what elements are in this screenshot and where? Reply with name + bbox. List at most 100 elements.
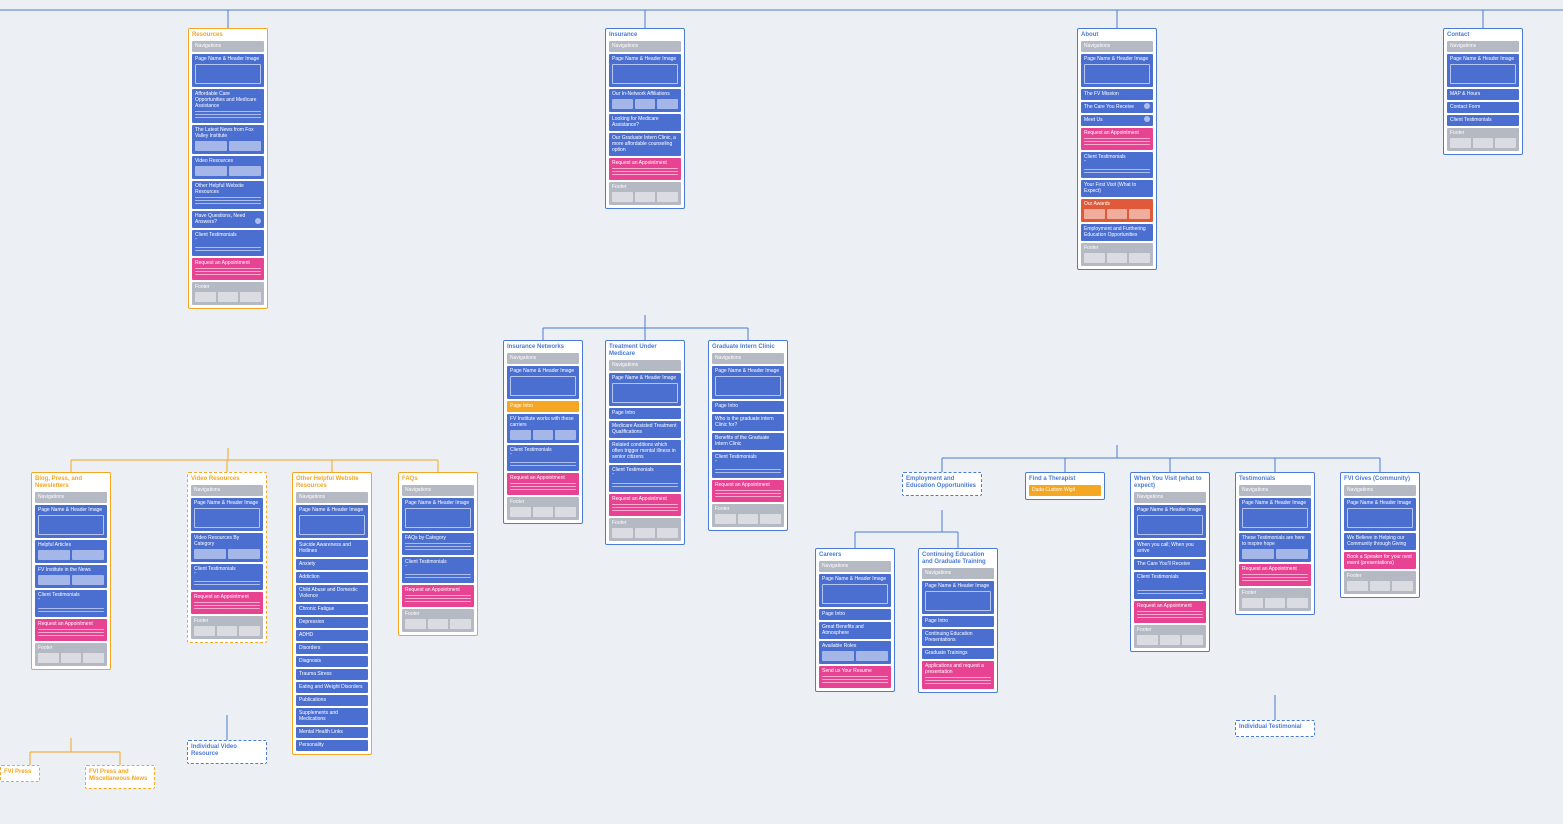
section-other-5: Child Abuse and Domestic Violence: [296, 585, 368, 602]
section-insnet-5: Request an Appointment: [507, 473, 579, 495]
page-card-careers[interactable]: CareersNavigationsPage Name & Header Ima…: [815, 548, 895, 692]
page-card-emp[interactable]: Employment and Education Opportunities: [902, 472, 982, 496]
page-card-insnet[interactable]: Insurance NetworksNavigationsPage Name &…: [503, 340, 583, 524]
section-other-12: Eating and Weight Disorders: [296, 682, 368, 693]
section-insurance-4: Our Graduate Intern Clinic, a more affor…: [609, 133, 681, 156]
section-fvigives-3: Book a Speaker for your next event (pres…: [1344, 552, 1416, 569]
card-title: About: [1081, 32, 1153, 39]
section-medicare-5: Client Testimonials“: [609, 465, 681, 491]
section-cont-4: Graduate Trainings: [922, 648, 994, 659]
section-blog-2: Helpful Articles: [35, 540, 107, 563]
section-about-3: The Care You Receive: [1081, 102, 1153, 113]
section-other-1: Page Name & Header Image: [296, 505, 368, 538]
section-medicare-1: Page Name & Header Image: [609, 373, 681, 406]
page-card-about[interactable]: AboutNavigationsPage Name & Header Image…: [1077, 28, 1157, 270]
section-medicare-7: Footer: [609, 518, 681, 541]
section-contact-0: Navigations: [1447, 41, 1519, 52]
section-testi-3: Request an Appointment: [1239, 564, 1311, 586]
section-video-5: Footer: [191, 616, 263, 639]
page-card-video[interactable]: Video ResourcesNavigationsPage Name & He…: [187, 472, 267, 643]
section-cont-1: Page Name & Header Image: [922, 581, 994, 614]
section-resources-1: Page Name & Header Image: [192, 54, 264, 87]
page-card-other[interactable]: Other Helpful Website ResourcesNavigatio…: [292, 472, 372, 755]
section-resources-4: Video Resources: [192, 156, 264, 179]
page-card-blog[interactable]: Blog, Press, and NewslettersNavigationsP…: [31, 472, 111, 670]
section-medicare-4: Related conditions which often trigger m…: [609, 440, 681, 463]
section-testi-0: Navigations: [1239, 485, 1311, 496]
page-card-fvigives[interactable]: FVI Gives (Community) Navigations Page Nam…: [1340, 472, 1420, 598]
card-title: Blog, Press, and Newsletters: [35, 476, 107, 490]
section-resources-5: Other Helpful Website Resources: [192, 181, 264, 209]
section-faqs-2: FAQs by Category: [402, 533, 474, 555]
section-about-2: The FV Mission: [1081, 89, 1153, 100]
page-card-stub2[interactable]: FVI Press: [0, 765, 40, 782]
section-insnet-0: Navigations: [507, 353, 579, 364]
card-title: Resources: [192, 32, 264, 39]
section-resources-6: Have Questions, Need Answers?: [192, 211, 264, 228]
card-title: Graduate Intern Clinic: [712, 344, 784, 351]
section-fvigives-4: Footer: [1344, 571, 1416, 594]
page-card-fat[interactable]: Find a TherapistDuda Custom Wigit: [1025, 472, 1105, 500]
section-resources-0: Navigations: [192, 41, 264, 52]
section-grad-7: Footer: [712, 504, 784, 527]
section-cont-0: Navigations: [922, 568, 994, 579]
page-card-insurance[interactable]: InsuranceNavigationsPage Name & Header I…: [605, 28, 685, 209]
section-resources-2: Affordable Care Opportunities and Medica…: [192, 89, 264, 123]
section-blog-5: Request an Appointment: [35, 619, 107, 641]
section-medicare-6: Request an Appointment: [609, 494, 681, 516]
section-visit-1: Page Name & Header Image: [1134, 505, 1206, 538]
section-careers-2: Page Intro: [819, 609, 891, 620]
section-contact-4: Client Testimonials: [1447, 115, 1519, 126]
card-title: Individual Video Resource: [191, 744, 263, 758]
section-faqs-4: Request an Appointment: [402, 585, 474, 607]
section-visit-0: Navigations: [1134, 492, 1206, 503]
section-medicare-0: Navigations: [609, 360, 681, 371]
sitemap-canvas[interactable]: Resources Navigations Page Name & Header I…: [0, 0, 1563, 824]
section-visit-5: Request an Appointment: [1134, 601, 1206, 623]
section-medicare-2: Page Intro: [609, 408, 681, 419]
page-card-testi[interactable]: TestimonialsNavigationsPage Name & Heade…: [1235, 472, 1315, 615]
section-insnet-3: FV Institute works with these carriers: [507, 414, 579, 443]
section-blog-6: Footer: [35, 643, 107, 666]
section-careers-4: Available Roles: [819, 641, 891, 664]
section-insnet-6: Footer: [507, 497, 579, 520]
section-fvigives-1: Page Name & Header Image: [1344, 498, 1416, 531]
section-insnet-1: Page Name & Header Image: [507, 366, 579, 399]
section-faqs-1: Page Name & Header Image: [402, 498, 474, 531]
section-faqs-5: Footer: [402, 609, 474, 632]
section-contact-1: Page Name & Header Image: [1447, 54, 1519, 87]
card-title: Other Helpful Website Resources: [296, 476, 368, 490]
card-title: Insurance: [609, 32, 681, 39]
section-other-3: Anxiety: [296, 559, 368, 570]
section-grad-4: Benefits of the Graduate Intern Clinic: [712, 433, 784, 450]
section-fvigives-0: Navigations: [1344, 485, 1416, 496]
page-card-medicare[interactable]: Treatment Under MedicareNavigationsPage …: [605, 340, 685, 545]
page-card-indvid[interactable]: Individual Video Resource: [187, 740, 267, 764]
section-video-1: Page Name & Header Image: [191, 498, 263, 531]
page-card-visit[interactable]: When You Visit (what to expect)Navigatio…: [1130, 472, 1210, 652]
page-card-grad[interactable]: Graduate Intern ClinicNavigationsPage Na…: [708, 340, 788, 531]
section-insnet-2: Page Intro: [507, 401, 579, 412]
card-title: FVI Press and Miscellaneous News: [89, 769, 151, 783]
page-card-cont[interactable]: Continuing Education and Graduate Traini…: [918, 548, 998, 693]
section-other-13: Publications: [296, 695, 368, 706]
section-other-6: Chronic Fatigue: [296, 604, 368, 615]
page-card-indtest[interactable]: Individual Testimonial: [1235, 720, 1315, 737]
section-contact-5: Footer: [1447, 128, 1519, 151]
section-testi-4: Footer: [1239, 588, 1311, 611]
section-other-16: Personality: [296, 740, 368, 751]
page-card-contact[interactable]: ContactNavigationsPage Name & Header Ima…: [1443, 28, 1523, 155]
section-cont-3: Continuing Education Presentations: [922, 629, 994, 646]
section-cont-5: Applications and request a presentation: [922, 661, 994, 689]
card-title: FVI Gives (Community): [1344, 476, 1416, 483]
section-grad-5: Client Testimonials“: [712, 452, 784, 478]
page-card-faqs[interactable]: FAQsNavigationsPage Name & Header ImageF…: [398, 472, 478, 636]
section-other-15: Mental Health Links: [296, 727, 368, 738]
section-other-8: ADHD: [296, 630, 368, 641]
section-faqs-0: Navigations: [402, 485, 474, 496]
card-title: Individual Testimonial: [1239, 724, 1311, 731]
page-card-resources[interactable]: Resources Navigations Page Name & Header I…: [188, 28, 268, 309]
section-grad-6: Request an Appointment: [712, 480, 784, 502]
card-title: Careers: [819, 552, 891, 559]
page-card-stub1[interactable]: FVI Press and Miscellaneous News: [85, 765, 155, 789]
